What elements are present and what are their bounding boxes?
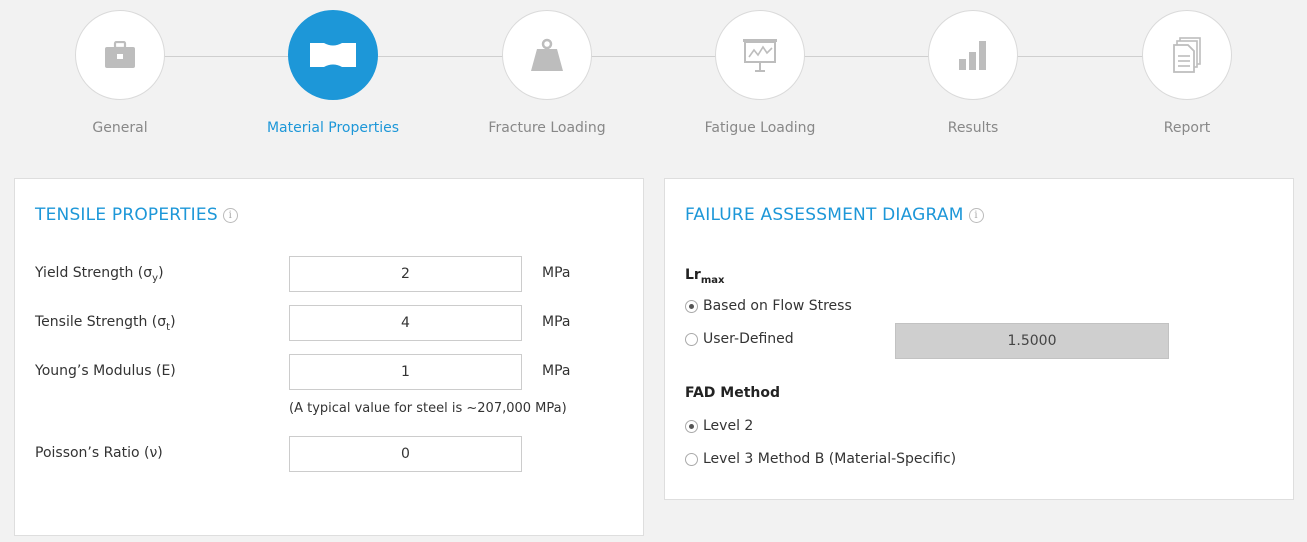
youngs-modulus-input[interactable]: 1 [289,354,522,390]
chart-board-icon [743,39,777,72]
radio-button[interactable] [685,332,698,346]
panel-title: TENSILE PROPERTIES i [35,205,238,225]
document-icon [1173,37,1201,73]
radio-label: Level 3 Method B (Material-Specific) [703,451,957,467]
tensile-properties-panel: TENSILE PROPERTIES i Yield Strength (σy)… [14,178,644,536]
step-report[interactable]: Report [1107,10,1267,136]
radio-label: Level 2 [703,418,754,434]
panel-title: FAILURE ASSESSMENT DIAGRAM i [685,205,984,225]
step-circle[interactable] [928,10,1018,100]
yield-strength-label: Yield Strength (σy) [35,265,164,284]
radio-button[interactable] [685,299,698,313]
tensile-strength-label: Tensile Strength (σt) [35,314,176,333]
yield-strength-input[interactable]: 2 [289,256,522,292]
bar-chart-icon [959,41,986,70]
step-label: Fatigue Loading [704,120,816,136]
tensile-strength-unit: MPa [542,314,571,330]
radio-button[interactable] [685,452,698,466]
poissons-ratio-label: Poisson’s Ratio (ν) [35,445,163,461]
material-specimen-icon [310,43,356,67]
radio-label: User-Defined [703,331,794,347]
radio-level-2[interactable]: Level 2 [685,418,753,434]
poissons-ratio-input[interactable]: 0 [289,436,522,472]
user-defined-lrmax-input[interactable]: 1.5000 [895,323,1169,359]
step-label: Results [947,120,999,136]
step-circle[interactable] [1142,10,1232,100]
fad-panel: FAILURE ASSESSMENT DIAGRAM i Lrmax Based… [664,178,1294,500]
info-icon[interactable]: i [222,207,238,223]
radio-level-3[interactable]: Level 3 Method B (Material-Specific) [685,451,956,467]
info-icon[interactable]: i [968,207,984,223]
step-label: Material Properties [266,120,400,136]
fad-title: FAILURE ASSESSMENT DIAGRAM [685,205,964,225]
step-label: Fracture Loading [488,120,606,136]
tensile-strength-input[interactable]: 4 [289,305,522,341]
fad-method-label: FAD Method [685,385,781,401]
wizard-stepper: General Material Properties Fracture Loa… [0,0,1307,160]
step-circle[interactable] [75,10,165,100]
youngs-modulus-unit: MPa [542,363,571,379]
radio-button[interactable] [685,419,698,433]
radio-label: Based on Flow Stress [703,298,852,314]
radio-user-defined[interactable]: User-Defined [685,331,794,347]
youngs-modulus-hint: (A typical value for steel is ~207,000 M… [289,401,567,416]
step-label: General [92,120,148,136]
step-general[interactable]: General [40,10,200,136]
step-circle[interactable] [715,10,805,100]
step-material-properties[interactable]: Material Properties [253,10,413,136]
step-circle[interactable] [502,10,592,100]
step-fracture-loading[interactable]: Fracture Loading [467,10,627,136]
youngs-modulus-label: Young’s Modulus (E) [35,363,176,379]
step-label: Report [1163,120,1211,136]
yield-strength-unit: MPa [542,265,571,281]
step-results[interactable]: Results [893,10,1053,136]
step-circle[interactable] [288,10,378,100]
step-fatigue-loading[interactable]: Fatigue Loading [680,10,840,136]
tensile-title: TENSILE PROPERTIES [35,205,218,225]
weight-icon [531,38,563,71]
briefcase-icon [105,41,135,68]
radio-flow-stress[interactable]: Based on Flow Stress [685,298,852,314]
lrmax-label: Lrmax [685,267,725,286]
